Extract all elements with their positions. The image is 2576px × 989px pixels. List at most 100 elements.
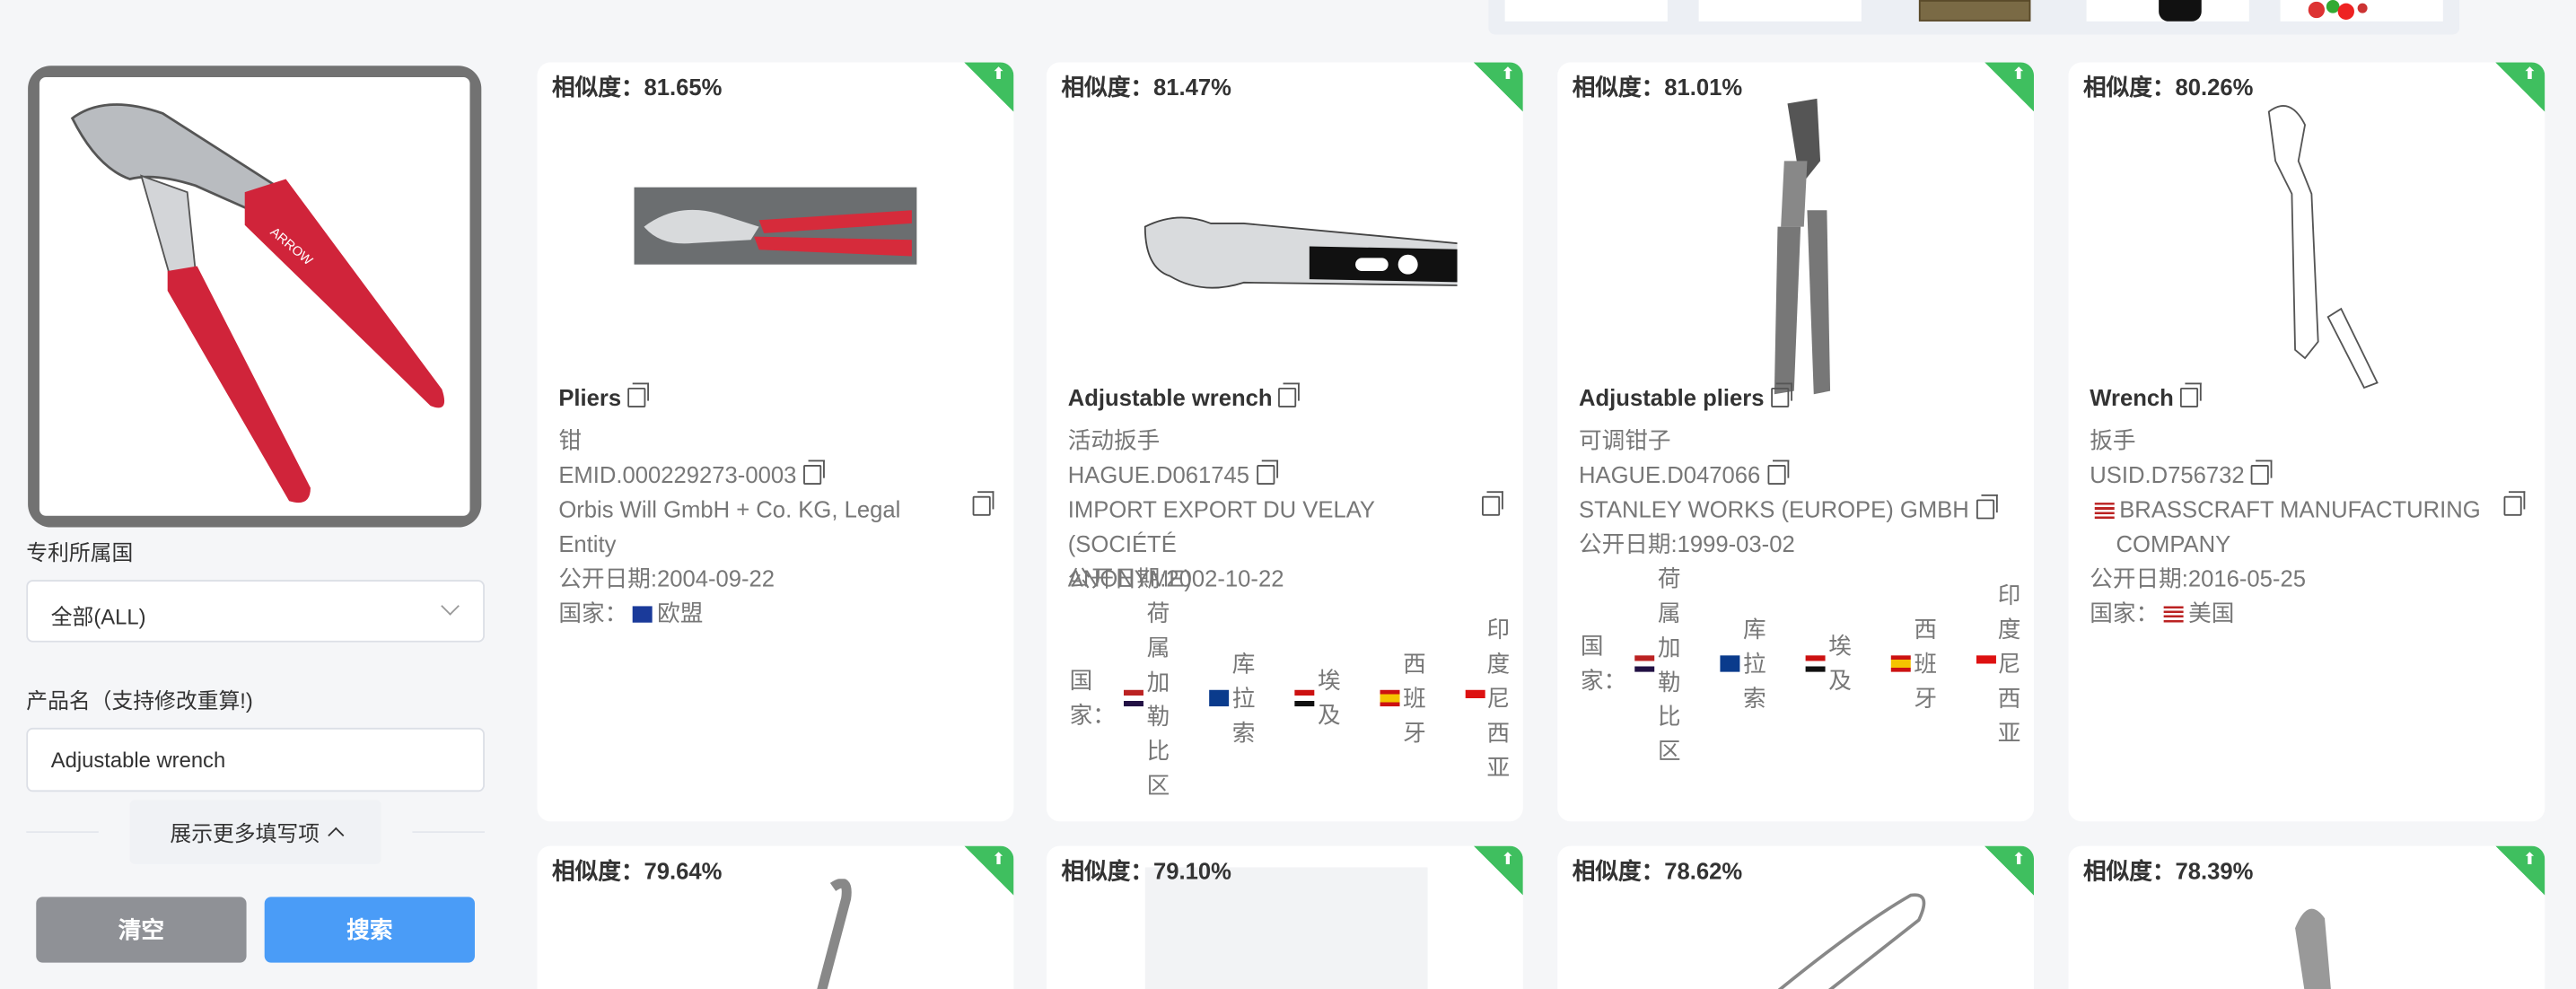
copy-icon[interactable] xyxy=(1770,382,1792,407)
copy-icon[interactable] xyxy=(1976,494,1997,520)
show-more-fields-button[interactable]: 展示更多填写项 xyxy=(129,800,381,864)
country-name: 荷属加勒比区 xyxy=(1146,600,1170,799)
result-pub-date: 公开日期:2004-09-22 xyxy=(558,565,775,591)
upload-arrow-icon[interactable]: ⬆ xyxy=(964,845,1014,896)
strip-thumb[interactable] xyxy=(2086,0,2249,22)
result-pub-date: 公开日期:2016-05-25 xyxy=(2090,565,2306,591)
cw-flag-icon xyxy=(1209,689,1230,707)
country-name: 荷属加勒比区 xyxy=(1657,565,1681,765)
country-name: 库拉索 xyxy=(1743,616,1766,712)
result-card[interactable]: ⬆ 相似度：79.64% xyxy=(537,845,1014,989)
result-card[interactable]: ⬆ 相似度：79.10% xyxy=(1046,845,1523,989)
divider xyxy=(26,831,99,834)
id-flag-icon xyxy=(1976,655,1996,672)
result-id: HAGUE.D047066 xyxy=(1579,459,1789,493)
upload-arrow-icon[interactable]: ⬆ xyxy=(2495,62,2545,112)
upload-arrow-icon[interactable]: ⬆ xyxy=(964,62,1014,112)
show-more-label: 展示更多填写项 xyxy=(170,821,320,846)
clear-button[interactable]: 清空 xyxy=(36,897,247,963)
result-id: EMID.000229273-0003 xyxy=(558,459,825,493)
copy-icon[interactable] xyxy=(2250,459,2273,485)
result-thumbnail[interactable] xyxy=(1739,879,1936,989)
copy-icon[interactable] xyxy=(1766,459,1789,485)
result-title: Wrench xyxy=(2090,382,2202,411)
result-id: USID.D756732 xyxy=(2090,459,2273,493)
copy-icon[interactable] xyxy=(1482,491,1503,516)
result-country: 国家： 欧盟 xyxy=(558,600,704,626)
result-thumbnail[interactable] xyxy=(2282,896,2347,989)
es-flag-icon xyxy=(1890,655,1911,672)
copy-icon[interactable] xyxy=(2503,491,2526,516)
similarity-score: 相似度：78.39% xyxy=(2082,857,2254,884)
result-thumbnail[interactable] xyxy=(2134,95,2479,400)
divider xyxy=(412,831,485,834)
country-select[interactable]: 全部(ALL) xyxy=(26,580,485,643)
result-country: 国家： 美国 xyxy=(2090,600,2235,626)
strip-thumb[interactable] xyxy=(1504,0,1668,22)
product-name-input[interactable]: Adjustable wrench xyxy=(26,727,485,792)
cw-flag-icon xyxy=(1720,655,1740,672)
product-name-label: 产品名（支持修改重算!) xyxy=(26,687,253,713)
result-thumbnail[interactable] xyxy=(1112,95,1458,400)
country-name: 西班牙 xyxy=(1403,650,1426,747)
upload-arrow-icon[interactable]: ⬆ xyxy=(1473,62,1523,112)
result-applicant: STANLEY WORKS (EUROPE) GMBH xyxy=(1579,493,2022,527)
result-card[interactable]: ⬆ 相似度：78.39% xyxy=(2068,845,2545,989)
country-name: 西班牙 xyxy=(1914,616,1938,712)
upload-arrow-icon[interactable]: ⬆ xyxy=(1473,845,1523,896)
result-card[interactable]: ⬆ 相似度：81.47% Adjustable wrench 活动扳手 HAGU… xyxy=(1046,62,1523,822)
result-cn-name: 钳 xyxy=(558,426,582,454)
result-card[interactable]: ⬆ 相似度：81.65% Pliers 钳 EMID.000229273-000… xyxy=(537,62,1014,822)
copy-icon[interactable] xyxy=(2180,382,2202,407)
us-flag-icon xyxy=(2163,606,2184,623)
result-id: HAGUE.D061745 xyxy=(1068,459,1278,493)
result-card[interactable]: ⬆ 相似度：78.62% xyxy=(1557,845,2035,989)
result-cn-name: 扳手 xyxy=(2090,426,2136,454)
eg-flag-icon xyxy=(1294,689,1315,707)
search-panel: ARROW 专利所属国 全部(ALL) 产品名（支持修改重算!) Adjusta… xyxy=(0,0,519,989)
top-image-strip xyxy=(1488,0,2460,35)
country-name: 库拉索 xyxy=(1231,650,1256,747)
copy-icon[interactable] xyxy=(802,459,825,485)
result-thumbnail[interactable] xyxy=(784,879,882,989)
result-cn-name: 可调钳子 xyxy=(1579,426,1671,454)
result-title: Adjustable wrench xyxy=(1068,382,1301,411)
upload-arrow-icon[interactable]: ⬆ xyxy=(2495,845,2545,896)
copy-icon[interactable] xyxy=(627,382,650,407)
strip-thumb[interactable] xyxy=(2280,0,2443,22)
us-flag-icon xyxy=(2094,503,2115,520)
es-flag-icon xyxy=(1380,689,1400,707)
result-applicant: BRASSCRAFT MANUFACTURING COMPANY xyxy=(2090,493,2484,562)
strip-thumb[interactable] xyxy=(1918,0,2031,22)
query-image-frame[interactable]: ARROW xyxy=(28,66,482,528)
similarity-score: 相似度：79.64% xyxy=(552,857,723,884)
result-pub-date: 公开日期:2002-10-22 xyxy=(1067,565,1284,591)
upload-arrow-icon[interactable]: ⬆ xyxy=(1985,62,2035,112)
result-cn-name: 活动扳手 xyxy=(1067,426,1161,454)
result-title: Adjustable pliers xyxy=(1579,382,1792,411)
result-card[interactable]: ⬆ 相似度：81.01% Adjustable pliers 可调钳子 HAGU… xyxy=(1557,62,2035,822)
result-thumbnail[interactable] xyxy=(1623,95,1967,400)
result-thumbnail[interactable] xyxy=(603,95,948,400)
strip-thumb[interactable] xyxy=(1698,0,1862,22)
result-applicant: Orbis Will GmbH + Co. KG, Legal Entity xyxy=(558,495,901,557)
copy-icon[interactable] xyxy=(1256,459,1278,485)
result-card[interactable]: ⬆ 相似度：80.26% Wrench 扳手 USID.D756732 BRAS… xyxy=(2068,62,2545,822)
eu-flag-icon xyxy=(632,606,653,623)
country-name: 印度尼西亚 xyxy=(1486,616,1511,781)
country-name: 印度尼西亚 xyxy=(1997,581,2021,747)
copy-icon[interactable] xyxy=(1278,382,1301,407)
country-name: 埃及 xyxy=(1317,667,1341,728)
chevron-up-icon xyxy=(327,827,344,844)
upload-arrow-icon[interactable]: ⬆ xyxy=(1985,845,2035,896)
chevron-down-icon xyxy=(441,597,460,616)
nl-flag-icon xyxy=(1123,689,1143,707)
search-button[interactable]: 搜索 xyxy=(264,897,475,963)
id-flag-icon xyxy=(1465,689,1485,707)
country-select-value: 全部(ALL) xyxy=(50,604,146,630)
eg-flag-icon xyxy=(1805,655,1826,672)
result-pub-date: 公开日期:1999-03-02 xyxy=(1579,530,1795,557)
copy-icon[interactable] xyxy=(972,491,994,516)
result-title: Pliers xyxy=(558,382,650,411)
country-label: 国家： xyxy=(1069,667,1116,728)
